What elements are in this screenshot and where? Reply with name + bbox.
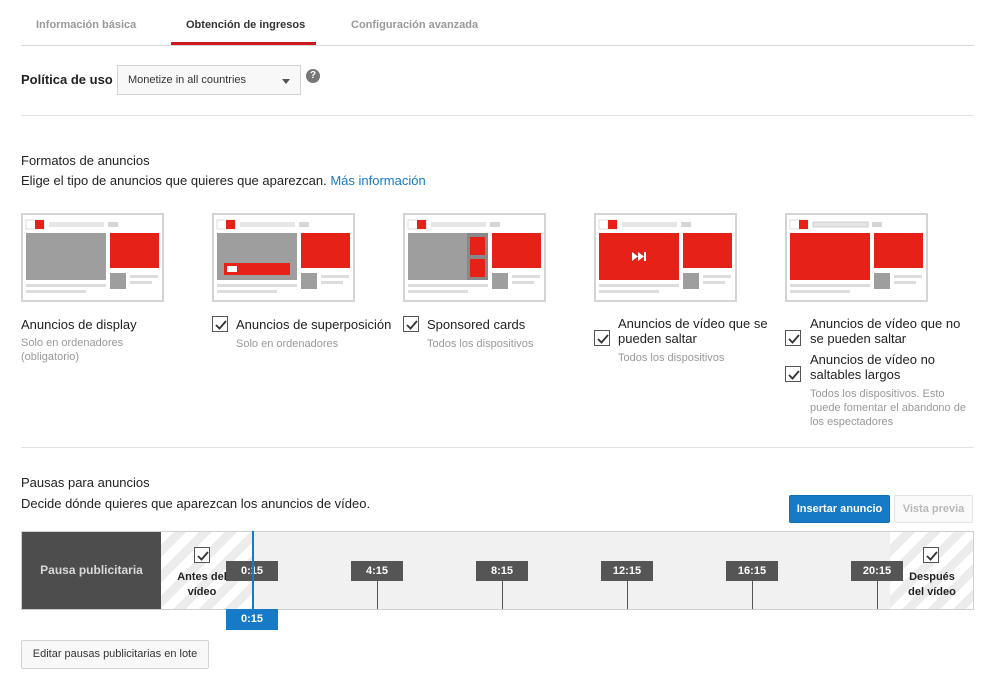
insert-ad-button[interactable]: Insertar anuncio [789, 495, 890, 523]
batch-edit-breaks-button[interactable]: Editar pausas publicitarias en lote [21, 640, 209, 669]
timeline-label: Pausa publicitaria [22, 532, 161, 609]
preview-button: Vista previa [894, 495, 973, 523]
pre-roll-label-line2: vídeo [187, 586, 217, 598]
formats-title: Formatos de anuncios [21, 153, 150, 168]
display-ads-label: Anuncios de display [21, 317, 137, 332]
long-non-skippable-ads-checkbox[interactable] [785, 366, 801, 382]
timeline-marker[interactable]: 12:15 [601, 561, 653, 581]
pre-roll-checkbox[interactable] [194, 547, 210, 563]
divider [21, 447, 974, 448]
display-ads-sub: Solo en ordenadores (obligatorio) [21, 337, 124, 363]
sponsored-cards-label: Sponsored cards [427, 317, 526, 332]
policy-select-value: Monetize in all countries [128, 74, 247, 86]
policy-label: Política de uso [21, 72, 113, 87]
overlay-ads-sub: Solo en ordenadores [236, 338, 339, 350]
skippable-video-ad-thumbnail [594, 213, 737, 302]
sponsored-cards-sub: Todos los dispositivos [427, 338, 534, 350]
non-skippable-video-ad-thumbnail [785, 213, 928, 302]
post-roll-checkbox[interactable] [923, 547, 939, 563]
marker-line [877, 581, 878, 609]
breaks-title: Pausas para anuncios [21, 475, 150, 490]
active-tab-indicator [171, 42, 316, 45]
checkmark-icon [197, 551, 209, 561]
pre-roll-label-line1: Antes del [177, 571, 227, 583]
checkmark-icon [788, 370, 800, 380]
skippable-ads-sub: Todos los dispositivos [618, 352, 725, 364]
non-skippable-ads-label: Anuncios de vídeo que no se pueden salta… [810, 316, 961, 346]
tab-basic-info[interactable]: Información básica [36, 19, 136, 31]
checkmark-icon [926, 551, 938, 561]
tab-advanced-settings[interactable]: Configuración avanzada [351, 19, 478, 31]
more-info-link[interactable]: Más información [330, 173, 425, 188]
timeline-marker[interactable]: 20:15 [851, 561, 903, 581]
display-ad-thumbnail [21, 213, 164, 302]
policy-select[interactable]: Monetize in all countries [117, 65, 301, 95]
breaks-description: Decide dónde quieres que aparezcan los a… [21, 496, 371, 511]
marker-line [752, 581, 753, 609]
tab-monetization[interactable]: Obtención de ingresos [186, 19, 305, 31]
marker-line [627, 581, 628, 609]
formats-description-text: Elige el tipo de anuncios que quieres qu… [21, 173, 327, 188]
timeline-marker[interactable]: 8:15 [476, 561, 528, 581]
timeline-playhead[interactable] [252, 531, 254, 610]
marker-line [377, 581, 378, 609]
tab-bar: Información básica Obtención de ingresos… [21, 0, 974, 46]
sponsored-cards-checkbox[interactable] [403, 316, 419, 332]
skippable-ads-label: Anuncios de vídeo que se pueden saltar [618, 316, 768, 346]
non-skippable-ads-checkbox[interactable] [785, 330, 801, 346]
playhead-time-label[interactable]: 0:15 [226, 609, 278, 630]
checkmark-icon [597, 334, 609, 344]
post-roll-label-line2: del vídeo [908, 586, 956, 598]
help-icon[interactable]: ? [306, 69, 320, 83]
overlay-ads-checkbox[interactable] [212, 316, 228, 332]
timeline-marker[interactable]: 4:15 [351, 561, 403, 581]
marker-line [502, 581, 503, 609]
checkmark-icon [406, 320, 418, 330]
formats-description: Elige el tipo de anuncios que quieres qu… [21, 173, 426, 188]
pre-roll-label: Antes del vídeo [172, 570, 232, 600]
checkmark-icon [788, 334, 800, 344]
overlay-ad-thumbnail [212, 213, 355, 302]
long-non-skippable-ads-label: Anuncios de vídeo no saltables largos [810, 352, 936, 382]
long-non-skippable-ads-sub: Todos los dispositivos. Esto puede fomen… [810, 388, 966, 428]
chevron-down-icon [282, 79, 290, 84]
ad-break-timeline[interactable]: Pausa publicitaria Antes del vídeo Despu… [21, 531, 974, 610]
skippable-ads-checkbox[interactable] [594, 330, 610, 346]
overlay-ads-label: Anuncios de superposición [236, 317, 392, 332]
checkmark-icon [215, 320, 227, 330]
post-roll-label-line1: Después [909, 571, 955, 583]
post-roll-label: Después del vídeo [902, 570, 962, 600]
divider [21, 115, 974, 116]
timeline-marker[interactable]: 16:15 [726, 561, 778, 581]
sponsored-cards-thumbnail [403, 213, 546, 302]
